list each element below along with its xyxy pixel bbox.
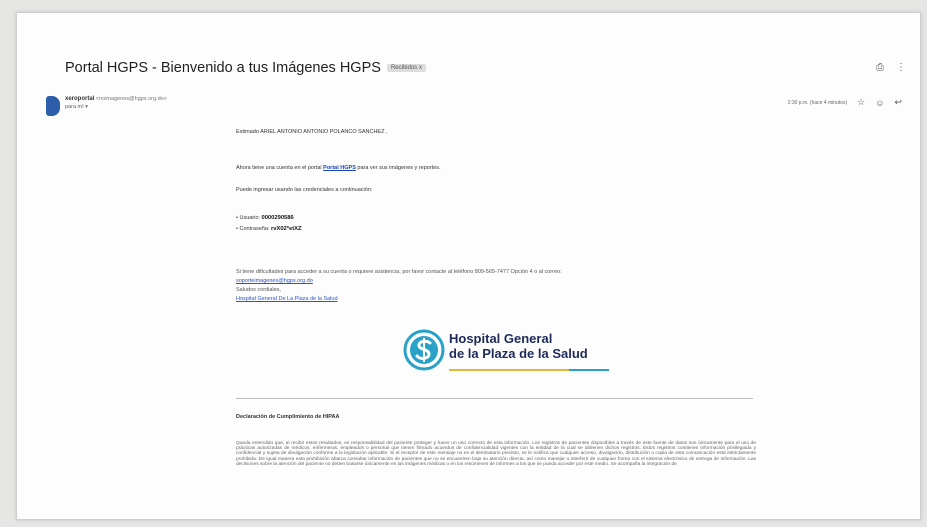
hospital-emblem-icon: [403, 329, 445, 371]
help-text: Si tiene dificultades para acceder a su …: [236, 269, 562, 275]
email-window: Portal HGPS - Bienvenido a tus Imágenes …: [16, 12, 921, 520]
to-me-dropdown[interactable]: para mí ▾: [65, 104, 88, 110]
closing: Saludos cordiales,: [236, 287, 281, 293]
intro-before: Ahora tiene una cuenta en el portal: [236, 165, 324, 171]
intro-after: para ver sus imágenes y reportes.: [355, 165, 441, 171]
password-value: rvX02*etXZ: [270, 226, 302, 232]
message-meta: 2:30 p.m. (hace 4 minutos) ☆ ☺ ↩: [788, 97, 902, 108]
emoji-icon[interactable]: ☺: [875, 98, 884, 108]
top-actions: ⎙ ⋮: [876, 62, 906, 73]
hipaa-disclaimer: Queda entendido que, al recibir estos re…: [236, 441, 756, 467]
print-icon[interactable]: ⎙: [876, 62, 884, 73]
logo-line-1: Hospital General: [449, 331, 553, 346]
intro-line: Ahora tiene una cuenta en el portal Port…: [236, 165, 441, 172]
logo-underline-yellow: [449, 369, 569, 371]
greeting: Estimado ARIEL ANTONIO ANTONIO POLANCO S…: [236, 129, 388, 135]
sender-info: xeroportal <noimagenes@hgps.org.do> para…: [65, 95, 167, 111]
logo-line-2a: de la Plaza de la: [449, 346, 553, 361]
username-item: • Usuario: 0000290586: [236, 215, 294, 221]
hospital-logo: Hospital General de la Plaza de la Salud: [403, 329, 633, 385]
portal-hgps-link[interactable]: Portal HGPS: [323, 165, 356, 171]
sender-name: xeroportal: [65, 96, 95, 102]
credentials-intro: Puede ingresar usando las credenciales a…: [236, 187, 373, 193]
message-date: 2:30 p.m. (hace 4 minutos): [787, 99, 848, 106]
avatar: [46, 96, 60, 116]
subject-row: Portal HGPS - Bienvenido a tus Imágenes …: [65, 60, 426, 76]
hospital-link[interactable]: Hospital General De La Plaza de la Salud: [236, 296, 338, 303]
star-icon[interactable]: ☆: [857, 97, 865, 108]
password-label: Contraseña:: [239, 226, 271, 232]
support-email-link[interactable]: soporteimagenes@hgps.org.do: [236, 278, 313, 285]
sender-email: <noimagenes@hgps.org.do>: [95, 96, 167, 102]
inbox-label-chip[interactable]: Recibidos x: [386, 64, 426, 72]
more-vert-icon[interactable]: ⋮: [896, 62, 906, 73]
reply-icon[interactable]: ↩: [894, 97, 902, 108]
password-item: • Contraseña: rvX02*etXZ: [236, 226, 302, 232]
logo-line-2: de la Plaza de la Salud: [449, 346, 588, 361]
hipaa-title: Declaración de Cumplimiento de HIPAA: [236, 414, 340, 420]
logo-line-2b: Salud: [552, 346, 588, 361]
email-subject: Portal HGPS - Bienvenido a tus Imágenes …: [65, 60, 381, 76]
logo-underline-teal: [569, 369, 609, 371]
username-value: 0000290586: [261, 215, 294, 221]
logo-text: Hospital General de la Plaza de la Salud: [449, 331, 588, 361]
divider: [236, 398, 753, 399]
username-label: Usuario:: [239, 215, 262, 221]
